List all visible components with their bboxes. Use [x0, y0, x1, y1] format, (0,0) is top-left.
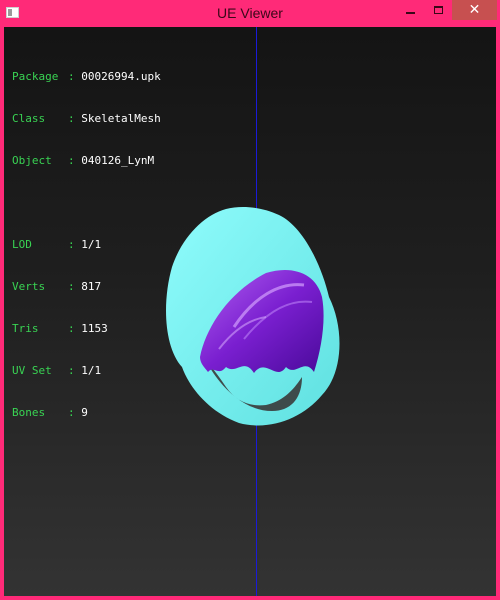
3d-viewport[interactable]: Package: 00026994.upk Class: SkeletalMes…	[4, 27, 496, 596]
info-row-object: Object: 040126_LynM	[12, 154, 155, 167]
info-row-tris: Tris: 1153	[12, 322, 108, 335]
title-bar[interactable]: UE Viewer ✕	[0, 0, 500, 27]
info-row-bones: Bones: 9	[12, 406, 88, 419]
maximize-icon	[434, 6, 443, 14]
close-button[interactable]: ✕	[452, 0, 497, 20]
info-row-verts: Verts: 817	[12, 280, 102, 293]
minimize-button[interactable]	[397, 0, 424, 20]
info-row-lod: LOD: 1/1	[12, 238, 102, 251]
info-row-uvset: UV Set: 1/1	[12, 364, 102, 377]
maximize-button[interactable]	[425, 0, 452, 20]
close-icon: ✕	[468, 2, 481, 18]
info-row-package: Package: 00026994.upk	[12, 70, 161, 83]
app-window: UE Viewer ✕ Package: 00026994.upk Class…	[0, 0, 500, 600]
minimize-icon	[406, 12, 415, 14]
info-row-class: Class: SkeletalMesh	[12, 112, 161, 125]
mesh-info-panel: Package: 00026994.upk Class: SkeletalMes…	[12, 42, 161, 448]
